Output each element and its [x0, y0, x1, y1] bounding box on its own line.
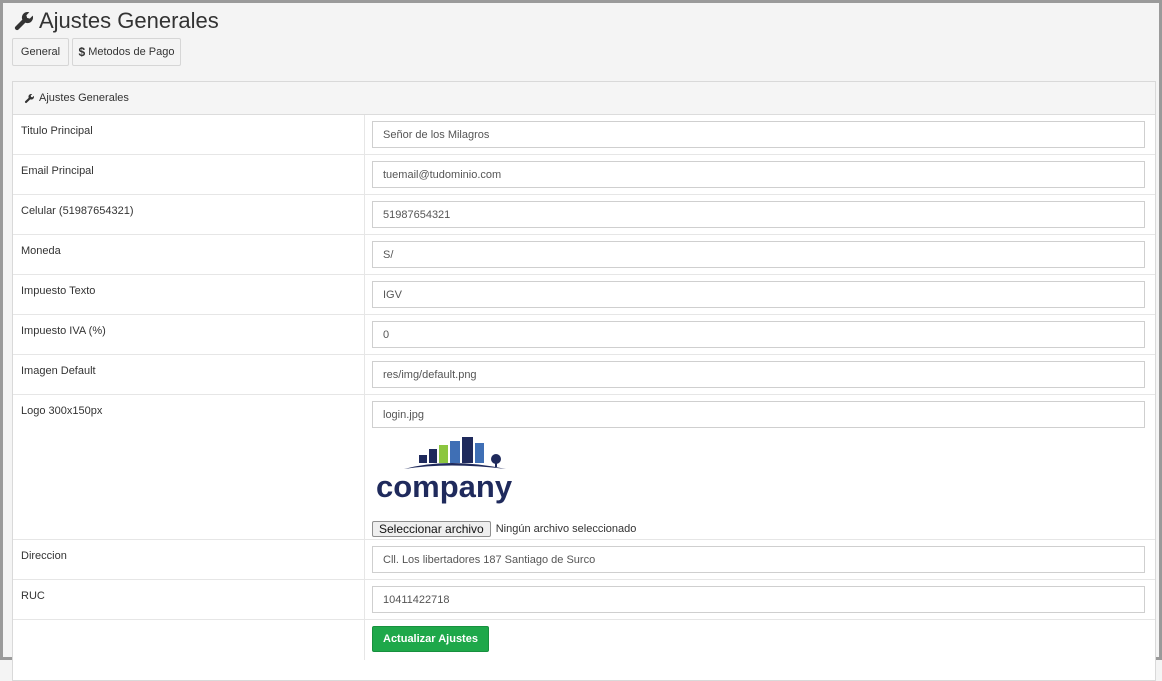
- field-label: Titulo Principal: [13, 115, 365, 154]
- field-label: Direccion: [13, 540, 365, 579]
- tab-metodos-de-pago[interactable]: $ Metodos de Pago: [72, 38, 181, 66]
- tab-general-label: General: [20, 46, 61, 58]
- company-logo-text: company: [376, 469, 513, 504]
- tab-general[interactable]: General: [12, 38, 69, 66]
- field-label: Email Principal: [13, 155, 365, 194]
- tab-bar: General $ Metodos de Pago: [12, 38, 181, 66]
- impuesto-iva-input[interactable]: 0: [372, 321, 1145, 348]
- field-label: Celular (51987654321): [13, 195, 365, 234]
- impuesto-texto-input[interactable]: IGV: [372, 281, 1145, 308]
- field-label: Impuesto IVA (%): [13, 315, 365, 354]
- page-title: Ajustes Generales: [13, 6, 219, 36]
- form-row-titulo: Titulo Principal Señor de los Milagros: [13, 115, 1155, 155]
- logo-input[interactable]: login.jpg: [372, 401, 1145, 428]
- moneda-input[interactable]: S/: [372, 241, 1145, 268]
- form-row-celular: Celular (51987654321) 51987654321: [13, 195, 1155, 235]
- titulo-principal-input[interactable]: Señor de los Milagros: [372, 121, 1145, 148]
- dollar-icon: $: [78, 45, 86, 59]
- company-logo-image: company: [376, 437, 513, 504]
- form-row-imagen-default: Imagen Default res/img/default.png: [13, 355, 1155, 395]
- field-label: Logo 300x150px: [13, 395, 365, 539]
- direccion-input[interactable]: Cll. Los libertadores 187 Santiago de Su…: [372, 546, 1145, 573]
- page-title-text: Ajustes Generales: [39, 8, 219, 33]
- actualizar-ajustes-button[interactable]: Actualizar Ajustes: [372, 626, 489, 652]
- file-chooser: Seleccionar archivo Ningún archivo selec…: [372, 521, 1147, 537]
- form-row-email: Email Principal tuemail@tudominio.com: [13, 155, 1155, 195]
- form-row-impuesto-iva: Impuesto IVA (%) 0: [13, 315, 1155, 355]
- settings-panel: Ajustes Generales Titulo Principal Señor…: [12, 81, 1156, 681]
- wrench-icon: [14, 11, 34, 31]
- email-principal-input[interactable]: tuemail@tudominio.com: [372, 161, 1145, 188]
- ruc-input[interactable]: 10411422718: [372, 586, 1145, 613]
- tab-metodos-de-pago-label: Metodos de Pago: [88, 46, 175, 58]
- field-label: Impuesto Texto: [13, 275, 365, 314]
- field-label: RUC: [13, 580, 365, 619]
- form-row-submit: Actualizar Ajustes: [13, 620, 1155, 660]
- form-row-impuesto-texto: Impuesto Texto IGV: [13, 275, 1155, 315]
- file-status-text: Ningún archivo seleccionado: [495, 523, 637, 535]
- field-label: Imagen Default: [13, 355, 365, 394]
- choose-file-button[interactable]: Seleccionar archivo: [372, 521, 491, 537]
- celular-input[interactable]: 51987654321: [372, 201, 1145, 228]
- form-row-direccion: Direccion Cll. Los libertadores 187 Sant…: [13, 540, 1155, 580]
- form-row-moneda: Moneda S/: [13, 235, 1155, 275]
- panel-heading-text: Ajustes Generales: [39, 92, 129, 104]
- empty-label-cell: [13, 620, 365, 660]
- wrench-icon: [24, 93, 35, 103]
- imagen-default-input[interactable]: res/img/default.png: [372, 361, 1145, 388]
- field-label: Moneda: [13, 235, 365, 274]
- form-row-logo: Logo 300x150px login.jpg company Selecci…: [13, 395, 1155, 540]
- form-row-ruc: RUC 10411422718: [13, 580, 1155, 620]
- panel-heading: Ajustes Generales: [13, 82, 1155, 115]
